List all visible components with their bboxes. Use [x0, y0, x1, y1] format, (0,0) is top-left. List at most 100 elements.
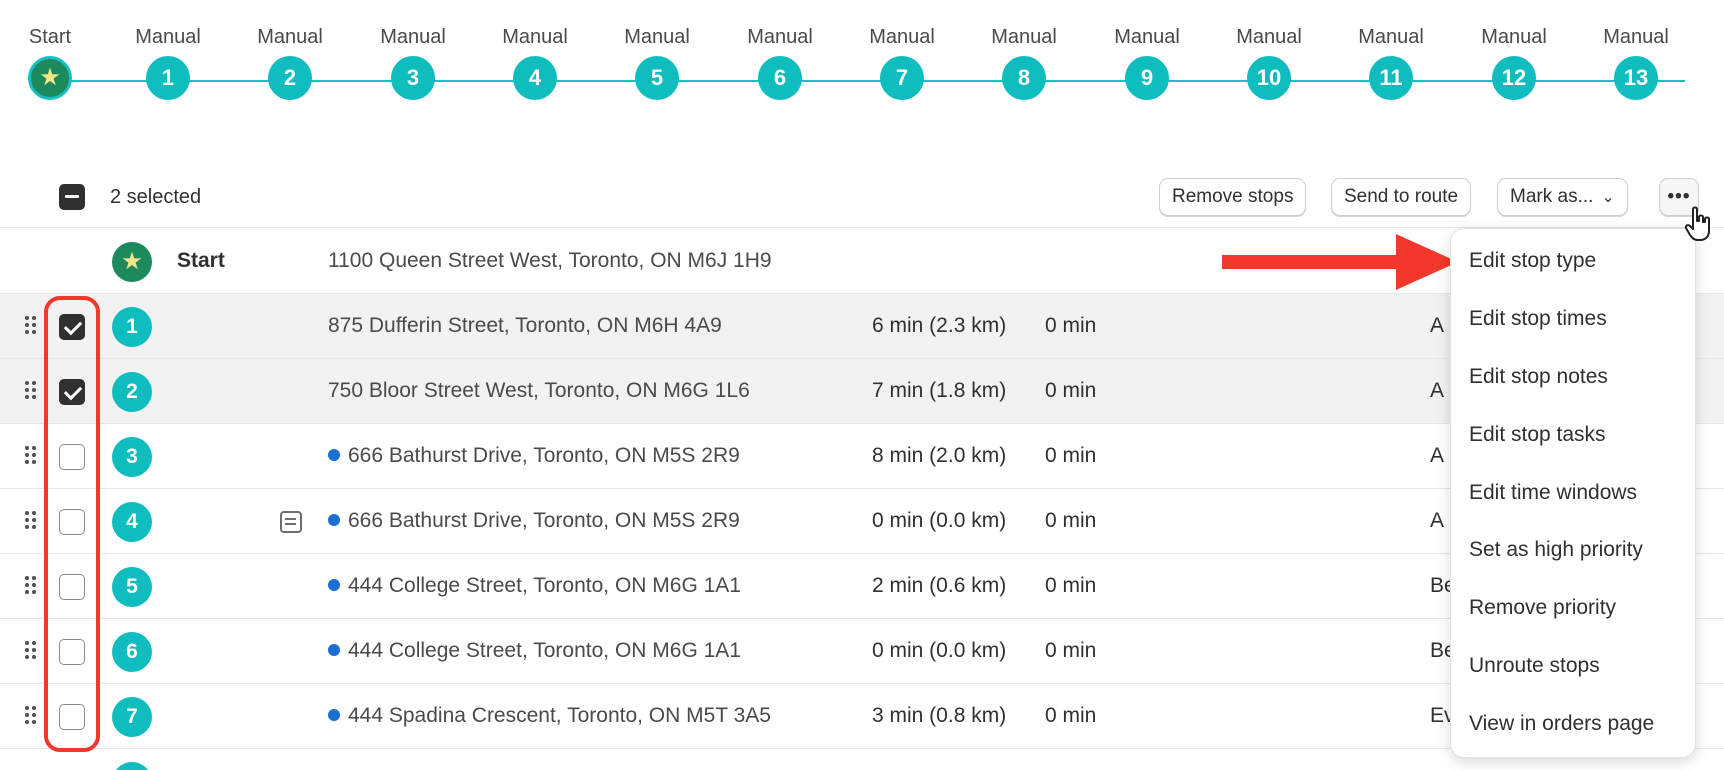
annotation-highlight-box	[44, 296, 100, 752]
stop-number-badge: 7	[112, 697, 152, 737]
menu-item-edit-time-windows[interactable]: Edit time windows	[1469, 481, 1637, 505]
travel-time: 2 min (0.6 km)	[872, 574, 1007, 597]
mark-as-dropdown[interactable]: Mark as... ⌄	[1497, 178, 1628, 216]
selected-count: 2 selected	[110, 186, 202, 208]
timeline-stop-8[interactable]: Manual 8	[979, 24, 1069, 100]
timeline-stop-label: Manual	[991, 26, 1057, 48]
timeline-stop-label: Manual	[747, 26, 813, 48]
drag-handle-icon[interactable]	[25, 511, 37, 531]
timeline-stop-6[interactable]: Manual 6	[735, 24, 825, 100]
stop-address: 666 Bathurst Drive, Toronto, ON M5S 2R9	[348, 444, 740, 467]
route-timeline: Start ★ Manual 1 Manual 2 Manual 3 Manua…	[0, 0, 1724, 130]
timeline-stop-badge[interactable]: 13	[1614, 56, 1658, 100]
send-to-route-button[interactable]: Send to route	[1331, 178, 1472, 216]
status-dot-icon	[328, 514, 340, 526]
timeline-stop-badge[interactable]: 8	[1002, 56, 1046, 100]
service-time: 0 min	[1045, 704, 1097, 727]
stop-address-cell: 444 College Street, Toronto, ON M6G 1A1	[328, 574, 741, 598]
timeline-stop-13[interactable]: Manual 13	[1591, 24, 1681, 100]
timeline-stop-4[interactable]: Manual 4	[490, 24, 580, 100]
drag-handle-icon[interactable]	[25, 381, 37, 401]
timeline-stop-label: Manual	[257, 26, 323, 48]
status-dot-icon	[328, 644, 340, 656]
timeline-stop-2[interactable]: Manual 2	[245, 24, 335, 100]
timeline-stop-badge[interactable]: 10	[1247, 56, 1291, 100]
stop-address-cell: 444 Spadina Crescent, Toronto, ON M5T 3A…	[328, 704, 771, 728]
timeline-stop-badge[interactable]: 6	[758, 56, 802, 100]
timeline-stop-badge[interactable]: 12	[1492, 56, 1536, 100]
timeline-stop-badge[interactable]: 4	[513, 56, 557, 100]
status-dot-icon	[328, 579, 340, 591]
start-marker: ★	[112, 242, 152, 282]
stop-address-cell: 666 Bathurst Drive, Toronto, ON M5S 2R9	[328, 509, 740, 533]
stop-number-badge-partial	[112, 762, 152, 770]
drag-handle-icon[interactable]	[25, 641, 37, 661]
timeline-stop-badge[interactable]: 1	[146, 56, 190, 100]
drag-handle-icon[interactable]	[25, 576, 37, 596]
stop-address: 875 Dufferin Street, Toronto, ON M6H 4A9	[328, 314, 722, 337]
timeline-stop-badge[interactable]: 2	[268, 56, 312, 100]
menu-item-edit-stop-times[interactable]: Edit stop times	[1469, 307, 1607, 331]
stop-number-badge: 2	[112, 372, 152, 412]
menu-item-unroute-stops[interactable]: Unroute stops	[1469, 654, 1600, 678]
timeline-stop-badge[interactable]: 7	[880, 56, 924, 100]
stop-address: 750 Bloor Street West, Toronto, ON M6G 1…	[328, 379, 750, 402]
timeline-stop-10[interactable]: Manual 10	[1224, 24, 1314, 100]
timeline-stop-12[interactable]: Manual 12	[1469, 24, 1559, 100]
stop-extra: A	[1430, 444, 1445, 467]
timeline-stop-badge[interactable]: 11	[1369, 56, 1413, 100]
timeline-stop-3[interactable]: Manual 3	[368, 24, 458, 100]
travel-time: 7 min (1.8 km)	[872, 379, 1007, 402]
drag-handle-icon[interactable]	[25, 446, 37, 466]
stop-extra: A	[1430, 509, 1445, 532]
menu-item-set-high-priority[interactable]: Set as high priority	[1469, 538, 1643, 562]
stop-number-badge: 6	[112, 632, 152, 672]
timeline-stop-label: Manual	[1114, 26, 1180, 48]
stop-address: 444 Spadina Crescent, Toronto, ON M5T 3A…	[348, 704, 771, 727]
select-all-checkbox[interactable]	[59, 184, 85, 210]
stop-number-badge: 4	[112, 502, 152, 542]
star-icon: ★	[121, 248, 143, 275]
timeline-stop-5[interactable]: Manual 5	[612, 24, 702, 100]
timeline-stop-badge[interactable]: 5	[635, 56, 679, 100]
menu-item-remove-priority[interactable]: Remove priority	[1469, 596, 1616, 620]
timeline-stop-badge[interactable]: 9	[1125, 56, 1169, 100]
star-icon: ★	[39, 64, 61, 91]
timeline-stop-label: Manual	[1481, 26, 1547, 48]
timeline-stop-label: Manual	[1358, 26, 1424, 48]
travel-time: 6 min (2.3 km)	[872, 314, 1007, 337]
stop-address-cell: 666 Bathurst Drive, Toronto, ON M5S 2R9	[328, 444, 740, 468]
menu-item-edit-stop-notes[interactable]: Edit stop notes	[1469, 365, 1608, 389]
service-time: 0 min	[1045, 444, 1097, 467]
timeline-stop-11[interactable]: Manual 11	[1346, 24, 1436, 100]
timeline-stop-9[interactable]: Manual 9	[1102, 24, 1192, 100]
timeline-stop-start[interactable]: Start ★	[5, 24, 95, 100]
timeline-start-marker[interactable]: ★	[28, 56, 72, 100]
travel-time: 3 min (0.8 km)	[872, 704, 1007, 727]
menu-item-edit-stop-type[interactable]: Edit stop type	[1469, 249, 1596, 273]
timeline-stop-7[interactable]: Manual 7	[857, 24, 947, 100]
drag-handle-icon[interactable]	[25, 706, 37, 726]
travel-time: 8 min (2.0 km)	[872, 444, 1007, 467]
note-icon[interactable]	[280, 511, 302, 533]
mark-as-label: Mark as...	[1510, 186, 1594, 207]
travel-time: 0 min (0.0 km)	[872, 509, 1007, 532]
menu-item-view-in-orders[interactable]: View in orders page	[1469, 712, 1654, 736]
timeline-stop-label: Start	[28, 26, 72, 48]
service-time: 0 min	[1045, 509, 1097, 532]
timeline-stop-badge[interactable]: 3	[391, 56, 435, 100]
timeline-stop-label: Manual	[1603, 26, 1669, 48]
drag-handle-icon[interactable]	[25, 316, 37, 336]
remove-stops-button[interactable]: Remove stops	[1159, 178, 1307, 216]
timeline-stop-label: Manual	[624, 26, 690, 48]
stop-name: Start	[177, 249, 225, 272]
stop-number-badge: 1	[112, 307, 152, 347]
timeline-stop-label: Manual	[1236, 26, 1302, 48]
travel-time: 0 min (0.0 km)	[872, 639, 1007, 662]
menu-item-edit-stop-tasks[interactable]: Edit stop tasks	[1469, 423, 1606, 447]
stop-address-cell: 444 College Street, Toronto, ON M6G 1A1	[328, 639, 741, 663]
stop-address: 444 College Street, Toronto, ON M6G 1A1	[348, 639, 741, 662]
timeline-stop-1[interactable]: Manual 1	[123, 24, 213, 100]
service-time: 0 min	[1045, 314, 1097, 337]
timeline-stop-label: Manual	[380, 26, 446, 48]
